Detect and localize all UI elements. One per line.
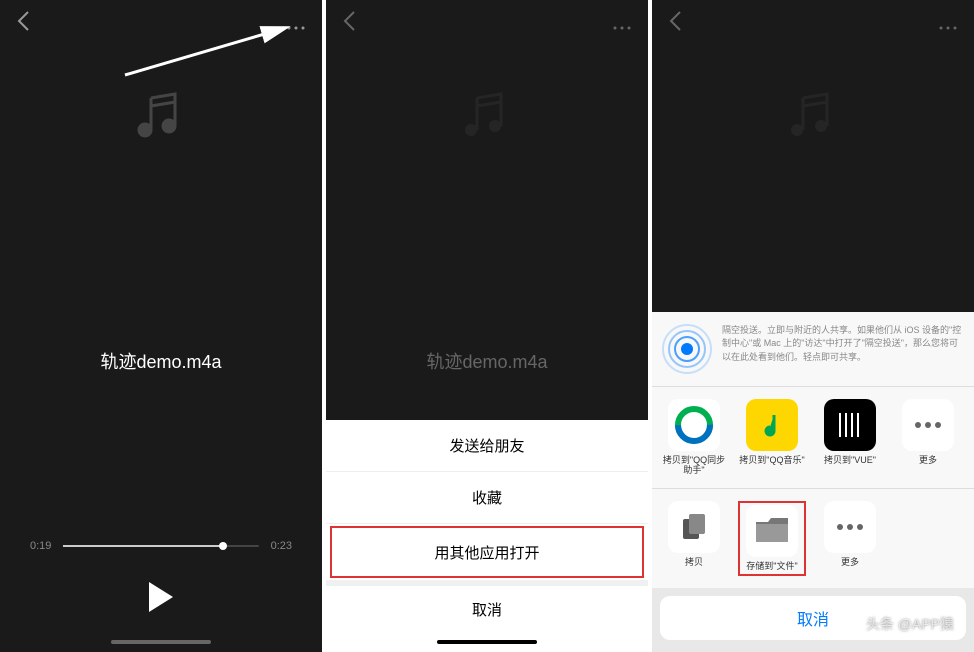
share-apps-row: 拷贝到"QQ同步助手" 拷贝到"QQ音乐": [652, 386, 974, 489]
airdrop-icon: [662, 324, 712, 374]
airdrop-description: 隔空投送。立即与附近的人共享。如果他们从 iOS 设备的"控制中心"或 Mac …: [722, 324, 964, 365]
share-cancel-button[interactable]: 取消: [660, 596, 966, 640]
more-dots-icon: [835, 522, 865, 532]
share-action-more[interactable]: 更多: [816, 501, 884, 576]
screen-1-player: 轨迹demo.m4a 0:19 0:23: [0, 0, 322, 652]
more-dots-icon: [913, 420, 943, 430]
screen-2-action-sheet: 轨迹demo.m4a 发送给朋友 收藏 用其他应用打开 取消: [326, 0, 648, 652]
share-action-copy[interactable]: 拷贝: [660, 501, 728, 576]
more-icon[interactable]: [612, 11, 632, 37]
vue-icon: [830, 405, 870, 445]
music-note-icon: [326, 88, 648, 148]
share-actions-row: 拷贝 存储到"文件" 更多: [652, 488, 974, 588]
music-note-icon: [652, 88, 974, 148]
filename-label: 轨迹demo.m4a: [0, 348, 322, 374]
share-app-qq-sync[interactable]: 拷贝到"QQ同步助手": [660, 399, 728, 477]
share-action-save-to-files[interactable]: 存储到"文件": [738, 501, 806, 576]
share-app-more[interactable]: 更多: [894, 399, 962, 477]
top-bar: [652, 0, 974, 48]
filename-label: 轨迹demo.m4a: [326, 348, 648, 374]
action-open-with-other[interactable]: 用其他应用打开: [330, 526, 644, 578]
more-icon[interactable]: [286, 11, 306, 37]
action-favorite[interactable]: 收藏: [326, 472, 648, 524]
home-indicator[interactable]: [111, 640, 211, 644]
top-bar: [0, 0, 322, 48]
total-time: 0:23: [271, 540, 292, 552]
back-icon[interactable]: [668, 10, 682, 38]
share-app-qq-music[interactable]: 拷贝到"QQ音乐": [738, 399, 806, 477]
qq-sync-icon: [674, 405, 714, 445]
qq-music-icon: [756, 409, 788, 441]
screen-3-share-sheet: 隔空投送。立即与附近的人共享。如果他们从 iOS 设备的"控制中心"或 Mac …: [652, 0, 974, 652]
home-indicator[interactable]: [437, 640, 537, 644]
more-icon[interactable]: [938, 11, 958, 37]
back-icon[interactable]: [342, 10, 356, 38]
play-button[interactable]: [30, 582, 292, 612]
player-controls: 0:19 0:23: [0, 540, 322, 612]
copy-icon: [677, 510, 711, 544]
top-bar: [326, 0, 648, 48]
action-send-to-friend[interactable]: 发送给朋友: [326, 420, 648, 472]
share-app-vue[interactable]: 拷贝到"VUE": [816, 399, 884, 477]
action-cancel[interactable]: 取消: [326, 580, 648, 632]
current-time: 0:19: [30, 540, 51, 552]
folder-icon: [754, 516, 790, 546]
action-sheet: 发送给朋友 收藏 用其他应用打开 取消: [326, 420, 648, 652]
share-sheet: 隔空投送。立即与附近的人共享。如果他们从 iOS 设备的"控制中心"或 Mac …: [652, 312, 974, 652]
music-note-icon: [0, 88, 322, 148]
airdrop-section[interactable]: 隔空投送。立即与附近的人共享。如果他们从 iOS 设备的"控制中心"或 Mac …: [652, 312, 974, 386]
back-icon[interactable]: [16, 10, 30, 38]
progress-bar[interactable]: [63, 545, 258, 547]
